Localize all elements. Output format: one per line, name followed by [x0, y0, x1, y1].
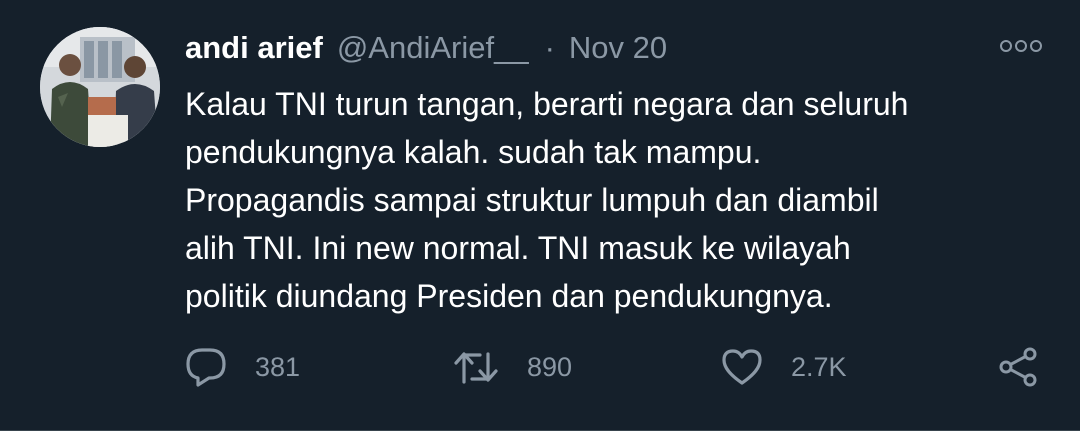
retweet-button[interactable]: 890	[453, 345, 572, 389]
reply-count: 381	[255, 351, 301, 382]
more-dot	[1000, 40, 1012, 52]
more-dot	[1015, 40, 1027, 52]
tweet-actions: 381 890 2.7K	[185, 345, 1045, 389]
heart-icon	[722, 349, 762, 385]
tweet-text-line: politik diundang Presiden dan pendukungn…	[185, 278, 833, 314]
tweet-text-line: alih TNI. Ini new normal. TNI masuk ke w…	[185, 230, 851, 266]
tweet-header: andi arief @AndiArief__ · Nov 20	[185, 30, 667, 70]
more-options-icon[interactable]	[1000, 40, 1042, 52]
share-icon	[999, 347, 1037, 387]
share-button[interactable]	[997, 345, 1039, 389]
user-handle[interactable]: @AndiArief__	[337, 30, 529, 66]
tweet-text: Kalau TNI turun tangan, berarti negara d…	[185, 80, 1045, 320]
tweet[interactable]: andi arief @AndiArief__ · Nov 20 Kalau T…	[0, 0, 1080, 431]
avatar[interactable]	[40, 27, 160, 147]
tweet-text-line: Kalau TNI turun tangan, berarti negara d…	[185, 86, 909, 122]
tweet-text-line: Propagandis sampai struktur lumpuh dan d…	[185, 182, 879, 218]
reply-icon	[186, 348, 226, 387]
reply-button[interactable]: 381	[185, 345, 300, 389]
display-name[interactable]: andi arief	[185, 30, 323, 66]
tweet-text-line: pendukungnya kalah. sudah tak mampu.	[185, 134, 762, 170]
tweet-date[interactable]: Nov 20	[569, 30, 667, 66]
avatar-photo	[40, 27, 160, 147]
retweet-icon	[454, 352, 498, 384]
header-separator: ·	[544, 30, 555, 65]
like-button[interactable]: 2.7K	[721, 345, 847, 389]
retweet-count: 890	[527, 351, 573, 382]
more-dot	[1030, 40, 1042, 52]
like-count: 2.7K	[791, 351, 847, 382]
